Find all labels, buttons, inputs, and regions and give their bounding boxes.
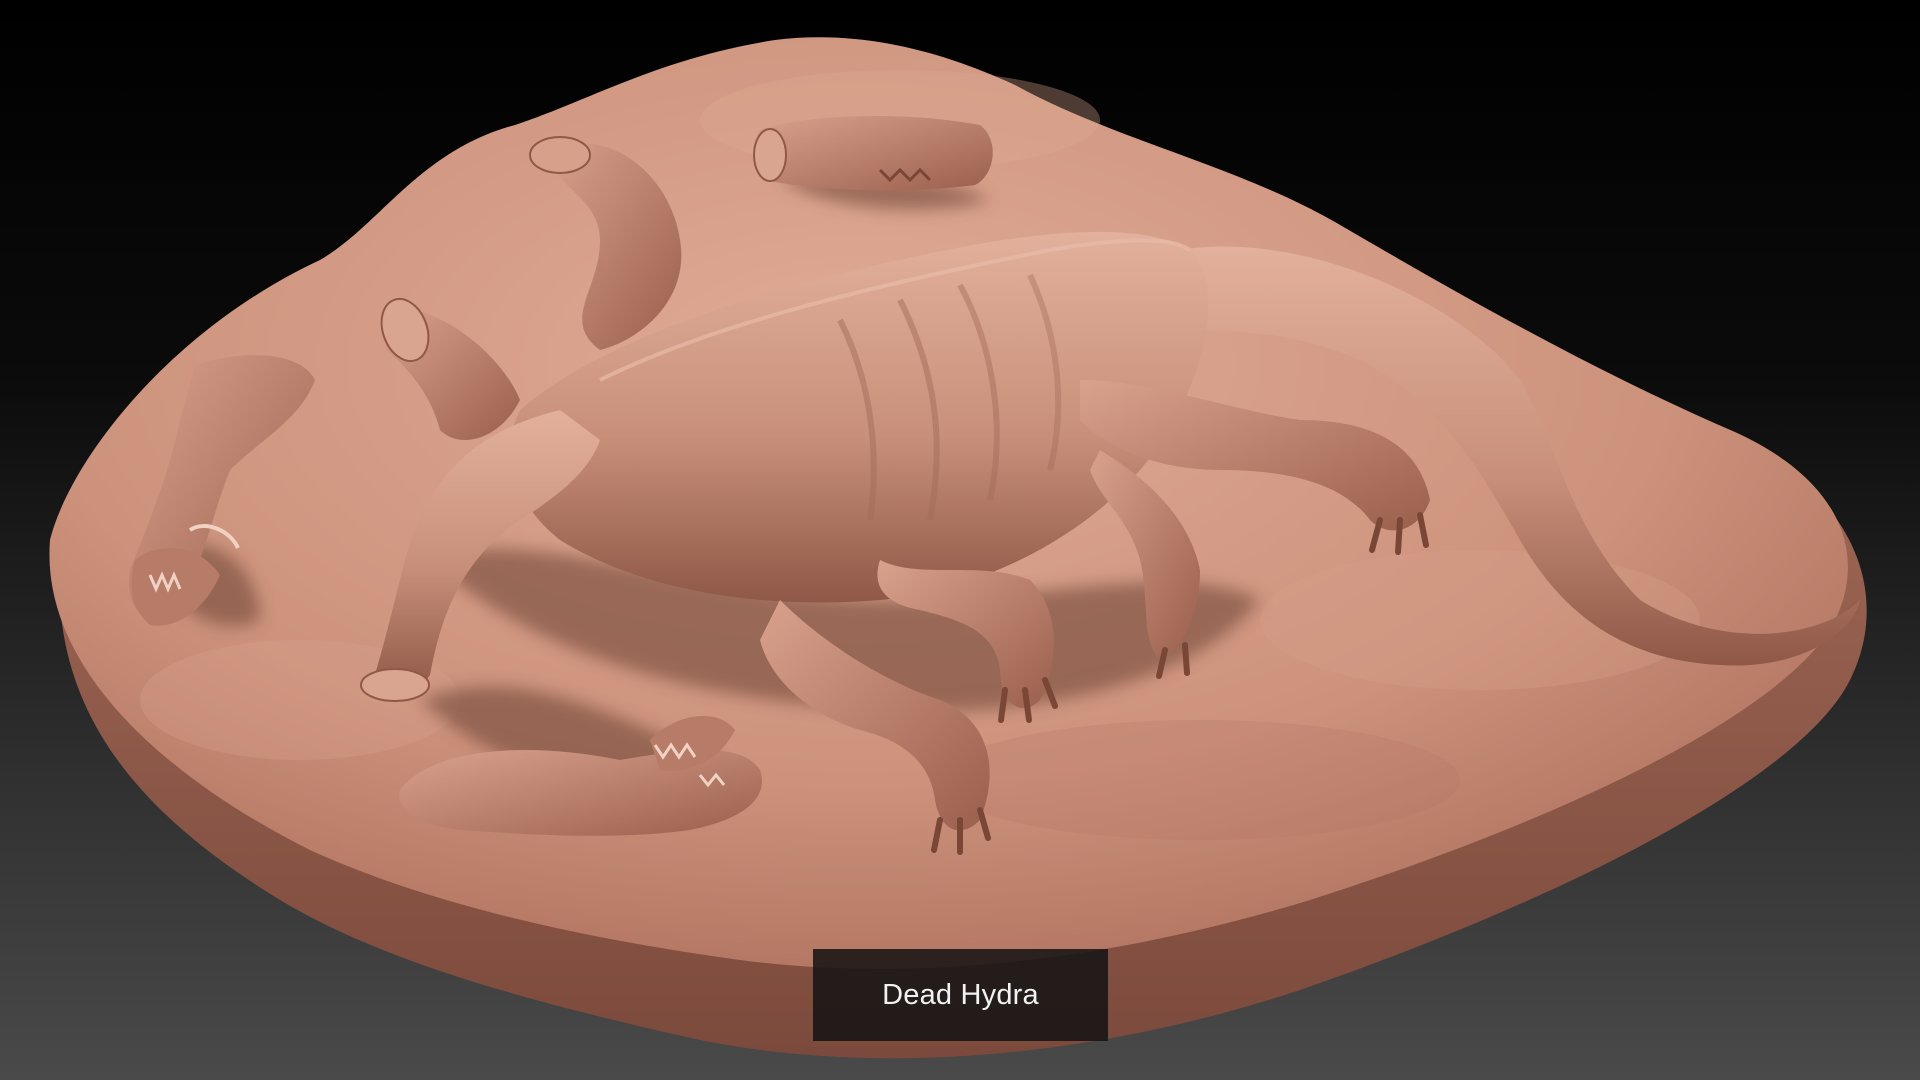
caption-box: Dead Hydra xyxy=(813,949,1108,1041)
hydra-sculpture-render xyxy=(49,37,1867,1059)
caption-text: Dead Hydra xyxy=(882,978,1039,1011)
render-viewport: Dead Hydra xyxy=(0,0,1920,1080)
detached-head-top xyxy=(753,115,993,191)
